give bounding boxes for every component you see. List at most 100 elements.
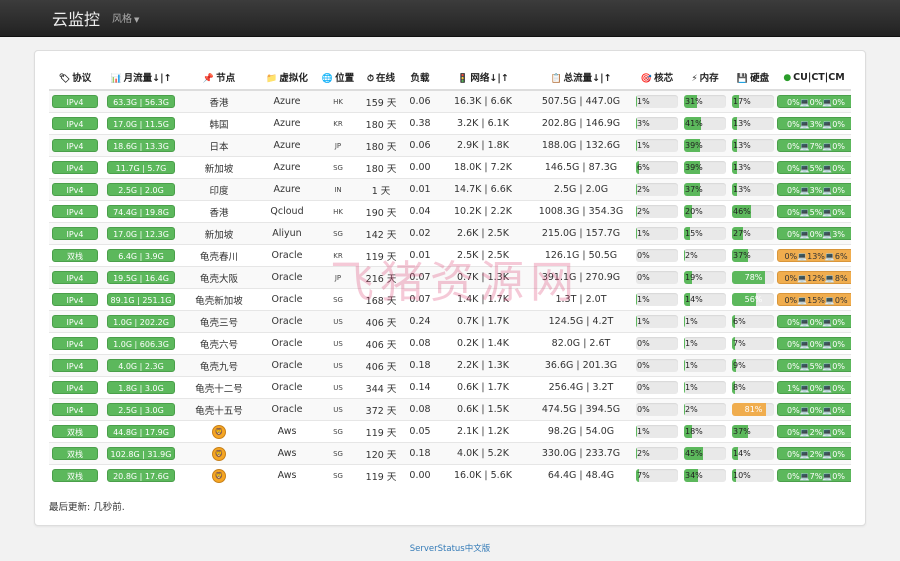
cell-disk: 17%: [729, 89, 777, 113]
monthly-traffic-badge: 63.3G | 56.3G: [107, 95, 175, 108]
table-row[interactable]: 双栈 44.8G | 17.9G 🦁 Aws SG 119 天 0.05 2.1K | 1.2…: [49, 420, 851, 443]
cell-virtualization: Oracle: [257, 376, 317, 399]
cpu-progress: 2%: [636, 447, 678, 460]
th-network[interactable]: 🚦 网络↓|↑: [437, 65, 529, 91]
memory-progress: 1%: [684, 359, 726, 372]
node-name: 龟壳新加坡: [195, 295, 243, 307]
table-row[interactable]: 双栈 6.4G | 3.9G 龟壳春川 Oracle KR 119 天 0.01 2.5K |…: [49, 244, 851, 267]
cpu-progress-label: 2%: [637, 207, 650, 216]
total-traffic: 1008.3G | 354.3G: [538, 206, 624, 217]
table-row[interactable]: IPv4 19.5G | 16.4G 龟壳大阪 Oracle JP 216 天 0.07 0.…: [49, 266, 851, 289]
table-row[interactable]: IPv4 11.7G | 5.7G 新加坡 Azure SG 180 天 0.00 18.0K…: [49, 156, 851, 179]
cell-cpu: 1%: [633, 288, 681, 311]
th-protocol[interactable]: 🏷 协议: [49, 65, 101, 91]
cell-disk: 6%: [729, 310, 777, 333]
cell-network: 2.2K | 1.3K: [437, 354, 529, 377]
cell-network: 0.2K | 1.4K: [437, 332, 529, 355]
last-update-text: 最后更新: 几秒前.: [49, 502, 125, 513]
cpu-progress-label: 2%: [637, 449, 650, 458]
disk-progress: 17%: [732, 95, 774, 108]
table-row[interactable]: IPv4 2.5G | 2.0G 印度 Azure IN 1 天 0.01 14.7K | 6…: [49, 178, 851, 201]
cell-load: 0.24: [403, 310, 437, 333]
caret-down-icon: ▼: [134, 16, 140, 24]
table-row[interactable]: IPv4 74.4G | 19.8G 香港 Qcloud HK 190 天 0.04 10.2…: [49, 200, 851, 223]
cell-cu-ct-cm: 1%💻0%💻0%: [777, 376, 851, 399]
th-virtualization[interactable]: 📁 虚拟化: [257, 65, 317, 91]
table-row[interactable]: 双栈 20.8G | 17.6G 🦁 Aws SG 119 天 0.00 16.0K | 5.…: [49, 464, 851, 486]
monthly-traffic-badge: 17.0G | 11.5G: [107, 117, 175, 130]
cell-total-traffic: 474.5G | 394.5G: [529, 398, 633, 421]
memory-progress: 41%: [684, 117, 726, 130]
virt-name: Qcloud: [270, 206, 304, 217]
location-code: IN: [334, 186, 342, 194]
cell-cu-ct-cm: 0%💻3%💻0%: [777, 112, 851, 135]
cell-monthly-traffic: 44.8G | 17.9G: [101, 420, 181, 443]
cu-ct-cm-badge: 0%💻15%💻0%: [777, 293, 851, 306]
table-row[interactable]: IPv4 18.6G | 13.3G 日本 Azure JP 180 天 0.06 2.9K …: [49, 134, 851, 157]
th-memory[interactable]: ⚡ 内存: [681, 65, 729, 91]
disk-progress: 37%: [732, 425, 774, 438]
virt-name: Azure: [273, 96, 301, 107]
network-speed: 0.7K | 1.7K: [457, 316, 509, 327]
table-row[interactable]: 双栈 102.8G | 31.9G 🦁 Aws SG 120 天 0.18 4.0K | 5.…: [49, 442, 851, 465]
cell-network: 4.0K | 5.2K: [437, 442, 529, 465]
th-total-traffic[interactable]: 📋 总流量↓|↑: [529, 65, 633, 91]
brand-title[interactable]: 云监控: [52, 6, 100, 30]
cell-monthly-traffic: 19.5G | 16.4G: [101, 266, 181, 289]
cell-node: 印度: [181, 178, 257, 201]
total-traffic: 202.8G | 146.9G: [541, 118, 621, 129]
cu-ct-cm-badge: 1%💻0%💻0%: [777, 381, 851, 394]
th-node[interactable]: 📌 节点: [181, 65, 257, 91]
cell-cu-ct-cm: 0%💻0%💻0%: [777, 398, 851, 421]
cpu-progress: 1%: [636, 425, 678, 438]
virt-name: Oracle: [271, 294, 303, 305]
cpu-progress-label: 0%: [637, 251, 650, 260]
cell-cu-ct-cm: 0%💻13%💻6%: [777, 244, 851, 267]
table-row[interactable]: IPv4 2.5G | 3.0G 龟壳十五号 Oracle US 372 天 0.08 0.6…: [49, 398, 851, 421]
table-row[interactable]: IPv4 17.0G | 11.5G 韩国 Azure KR 180 天 0.38 3.2K …: [49, 112, 851, 135]
load-value: 0.00: [409, 470, 431, 481]
monthly-traffic-badge: 4.0G | 2.3G: [107, 359, 175, 372]
th-load[interactable]: 负载: [403, 65, 437, 91]
cell-online: 406 天: [359, 332, 403, 355]
table-row[interactable]: IPv4 63.3G | 56.3G 香港 Azure HK 159 天 0.06 16.3K…: [49, 89, 851, 113]
table-row[interactable]: IPv4 1.0G | 202.2G 龟壳三号 Oracle US 406 天 0.24 0.…: [49, 310, 851, 333]
style-dropdown[interactable]: 风格 ▼: [112, 10, 139, 25]
memory-progress-label: 1%: [685, 383, 698, 392]
table-row[interactable]: IPv4 4.0G | 2.3G 龟壳九号 Oracle US 406 天 0.18 2.2K…: [49, 354, 851, 377]
th-disk[interactable]: 💾 硬盘: [729, 65, 777, 91]
cell-cu-ct-cm: 0%💻3%💻0%: [777, 178, 851, 201]
network-speed: 0.6K | 1.5K: [457, 404, 509, 415]
cell-disk: 8%: [729, 376, 777, 399]
table-row[interactable]: IPv4 1.0G | 606.3G 龟壳六号 Oracle US 406 天 0.08 0.…: [49, 332, 851, 355]
memory-progress: 20%: [684, 205, 726, 218]
table-row[interactable]: IPv4 17.0G | 12.3G 新加坡 Aliyun SG 142 天 0.02 2.6…: [49, 222, 851, 245]
th-monthly-traffic[interactable]: 📊 月流量↓|↑: [101, 65, 181, 91]
cell-cu-ct-cm: 0%💻2%💻0%: [777, 420, 851, 443]
cell-virtualization: Oracle: [257, 398, 317, 421]
total-traffic: 391.1G | 270.9G: [541, 272, 621, 283]
cell-cpu: 0%: [633, 244, 681, 267]
serverstatus-credit-link[interactable]: ServerStatus中文版: [0, 542, 900, 554]
th-cu-ct-cm[interactable]: ● CU|CT|CM: [777, 65, 851, 91]
cell-location: US: [317, 398, 359, 421]
cell-memory: 39%: [681, 134, 729, 157]
protocol-badge: IPv4: [52, 381, 98, 394]
cell-load: 0.00: [403, 156, 437, 179]
table-row[interactable]: IPv4 89.1G | 251.1G 龟壳新加坡 Oracle SG 168 天 0.07…: [49, 288, 851, 311]
th-cores[interactable]: 🎯 核芯: [633, 65, 681, 91]
table-row[interactable]: IPv4 1.8G | 3.0G 龟壳十二号 Oracle US 344 天 0.14 0.6…: [49, 376, 851, 399]
cpu-progress-label: 1%: [637, 427, 650, 436]
disk-progress: 14%: [732, 447, 774, 460]
globe-icon: 🌐: [321, 74, 334, 84]
monthly-traffic-badge: 18.6G | 13.3G: [107, 139, 175, 152]
th-location[interactable]: 🌐 位置: [317, 65, 359, 91]
monthly-traffic-badge: 74.4G | 19.8G: [107, 205, 175, 218]
location-code: SG: [333, 428, 343, 436]
cpu-progress: 6%: [636, 161, 678, 174]
cpu-progress-label: 1%: [637, 295, 650, 304]
th-online[interactable]: ⏱ 在线: [359, 65, 403, 91]
cell-network: 2.9K | 1.8K: [437, 134, 529, 157]
cell-total-traffic: 507.5G | 447.0G: [529, 89, 633, 113]
node-name: 龟壳十二号: [195, 383, 243, 395]
